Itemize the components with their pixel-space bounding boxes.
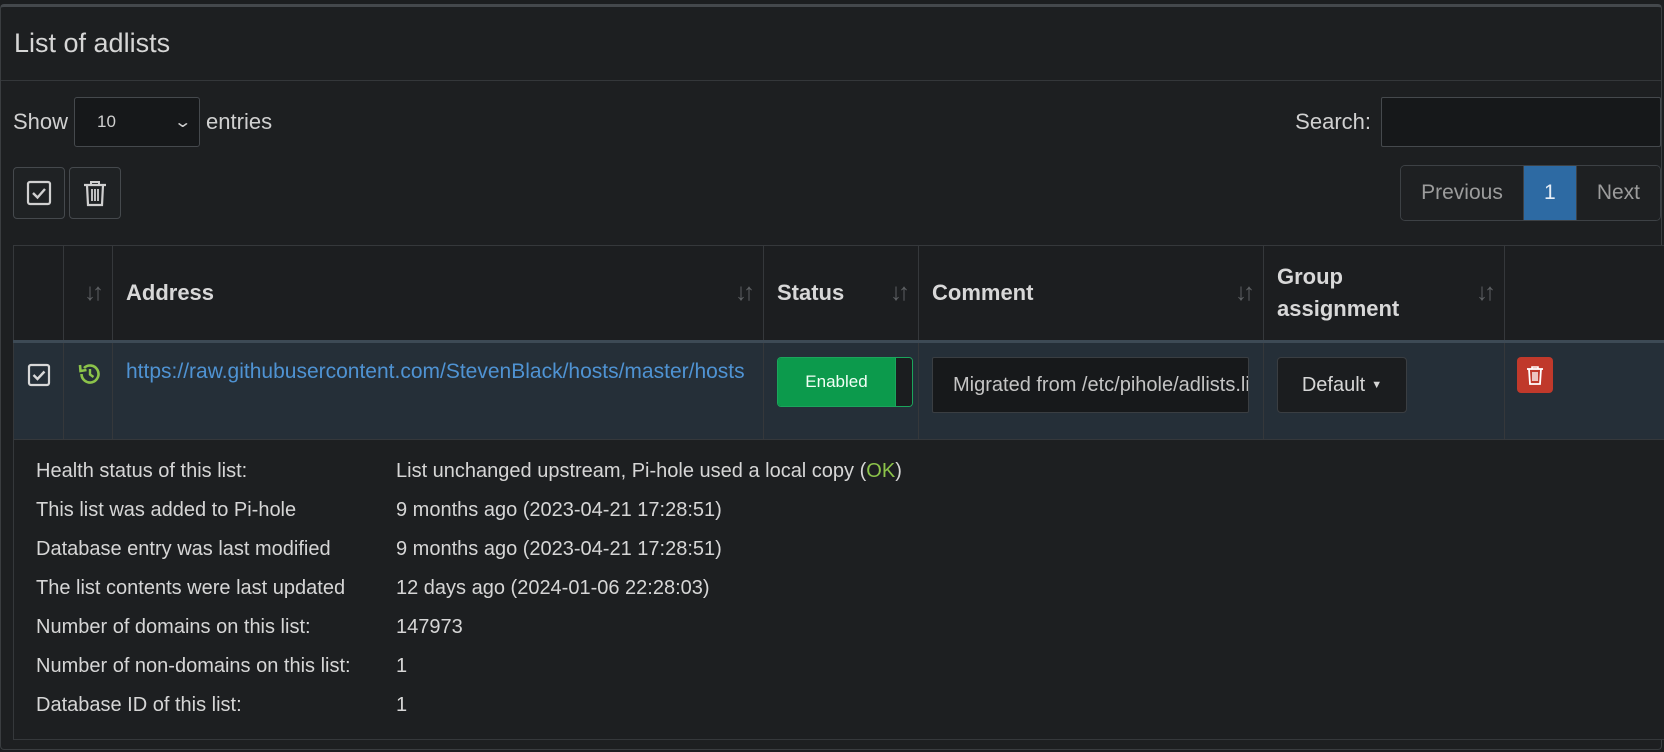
pagination: Previous 1 Next xyxy=(1400,165,1661,221)
history-icon xyxy=(78,364,100,384)
header-actions xyxy=(1504,245,1664,342)
row-actions-cell xyxy=(1504,340,1664,440)
status-toggle[interactable]: Enabled xyxy=(777,357,913,407)
page-1-button[interactable]: 1 xyxy=(1523,166,1577,220)
entries-length-select[interactable]: 10 ⌄ xyxy=(74,97,201,147)
entries-label: entries xyxy=(206,109,273,134)
search-label: Search: xyxy=(1295,109,1371,134)
table-header-row: ↓↑ Address ↓↑ Status ↓↑ Comment ↓↑ Group ass… xyxy=(13,245,1664,342)
chevron-down-icon: ⌄ xyxy=(172,114,192,131)
updated-value: 12 days ago (2024-01-06 22:28:03) xyxy=(396,577,710,599)
search-area: Search: xyxy=(1295,97,1661,147)
health-value: List unchanged upstream, Pi-hole used a … xyxy=(396,460,902,482)
row-details: Health status of this list: List unchang… xyxy=(13,439,1664,740)
row-address-cell: https://raw.githubusercontent.com/Steven… xyxy=(112,340,764,440)
box-header: List of adlists xyxy=(1,7,1661,81)
sort-arrows-icon: ↓↑ xyxy=(1235,279,1255,306)
header-history[interactable]: ↓↑ xyxy=(63,245,113,342)
adlists-box: List of adlists Show 10 ⌄ entries Search… xyxy=(0,4,1664,750)
delete-selected-button[interactable] xyxy=(69,167,121,219)
checkbox-checked-icon[interactable] xyxy=(27,363,51,387)
updated-label: The list contents were last updated xyxy=(36,577,346,599)
group-assignment-dropdown[interactable]: Default ▼ xyxy=(1277,357,1407,413)
header-group-assignment[interactable]: Group assignment ↓↑ xyxy=(1263,245,1505,342)
row-select-cell[interactable] xyxy=(13,340,64,440)
page-title: List of adlists xyxy=(14,28,171,58)
row-status-cell: Enabled xyxy=(763,340,919,440)
database-id-value: 1 xyxy=(396,694,408,716)
adlist-address-link[interactable]: https://raw.githubusercontent.com/Steven… xyxy=(126,360,745,383)
next-page-button[interactable]: Next xyxy=(1576,166,1660,220)
search-input[interactable] xyxy=(1381,97,1661,147)
header-comment[interactable]: Comment ↓↑ xyxy=(918,245,1264,342)
header-address[interactable]: Address ↓↑ xyxy=(112,245,764,342)
row-comment-cell: Migrated from /etc/pihole/adlists.list xyxy=(918,340,1264,440)
trash-icon xyxy=(1527,366,1543,385)
comment-input[interactable]: Migrated from /etc/pihole/adlists.list xyxy=(932,357,1249,413)
show-label: Show xyxy=(13,109,69,134)
database-id-label: Database ID of this list: xyxy=(36,694,242,716)
bulk-actions: Previous 1 Next xyxy=(13,165,1661,221)
header-status[interactable]: Status ↓↑ xyxy=(763,245,919,342)
header-select xyxy=(13,245,64,342)
added-label: This list was added to Pi-hole xyxy=(36,499,297,521)
domains-label: Number of domains on this list: xyxy=(36,616,311,638)
entries-length-value: 10 xyxy=(97,112,116,131)
modified-label: Database entry was last modified xyxy=(36,538,331,560)
sort-arrows-icon: ↓↑ xyxy=(735,279,755,306)
health-label: Health status of this list: xyxy=(36,460,248,482)
delete-row-button[interactable] xyxy=(1517,357,1553,393)
sort-arrows-icon: ↓↑ xyxy=(84,279,104,306)
caret-down-icon: ▼ xyxy=(1371,379,1383,391)
trash-icon xyxy=(84,181,106,207)
details-cell: Health status of this list: List unchang… xyxy=(13,439,1664,740)
row-history-cell xyxy=(63,340,113,440)
adlists-table: ↓↑ Address ↓↑ Status ↓↑ Comment ↓↑ Group ass… xyxy=(13,245,1664,740)
group-assignment-value: Default xyxy=(1301,373,1366,396)
details-grid: Health status of this list: List unchang… xyxy=(36,452,1664,725)
health-ok: OK xyxy=(866,460,896,482)
table-controls: Show 10 ⌄ entries Search: xyxy=(13,96,1661,148)
modified-value: 9 months ago (2023-04-21 17:28:51) xyxy=(396,538,722,560)
sort-arrows-icon: ↓↑ xyxy=(890,279,910,306)
added-value: 9 months ago (2023-04-21 17:28:51) xyxy=(396,499,722,521)
domains-value: 147973 xyxy=(396,616,463,638)
row-group-cell: Default ▼ xyxy=(1263,340,1505,440)
select-all-button[interactable] xyxy=(13,167,65,219)
table-row: https://raw.githubusercontent.com/Steven… xyxy=(13,340,1664,440)
nondomains-label: Number of non-domains on this list: xyxy=(36,655,351,677)
checkbox-checked-icon xyxy=(26,180,52,206)
status-toggle-knob xyxy=(895,358,912,406)
status-toggle-label: Enabled xyxy=(778,358,895,406)
previous-page-button[interactable]: Previous xyxy=(1401,166,1524,220)
sort-arrows-icon: ↓↑ xyxy=(1476,279,1496,306)
nondomains-value: 1 xyxy=(396,655,408,677)
